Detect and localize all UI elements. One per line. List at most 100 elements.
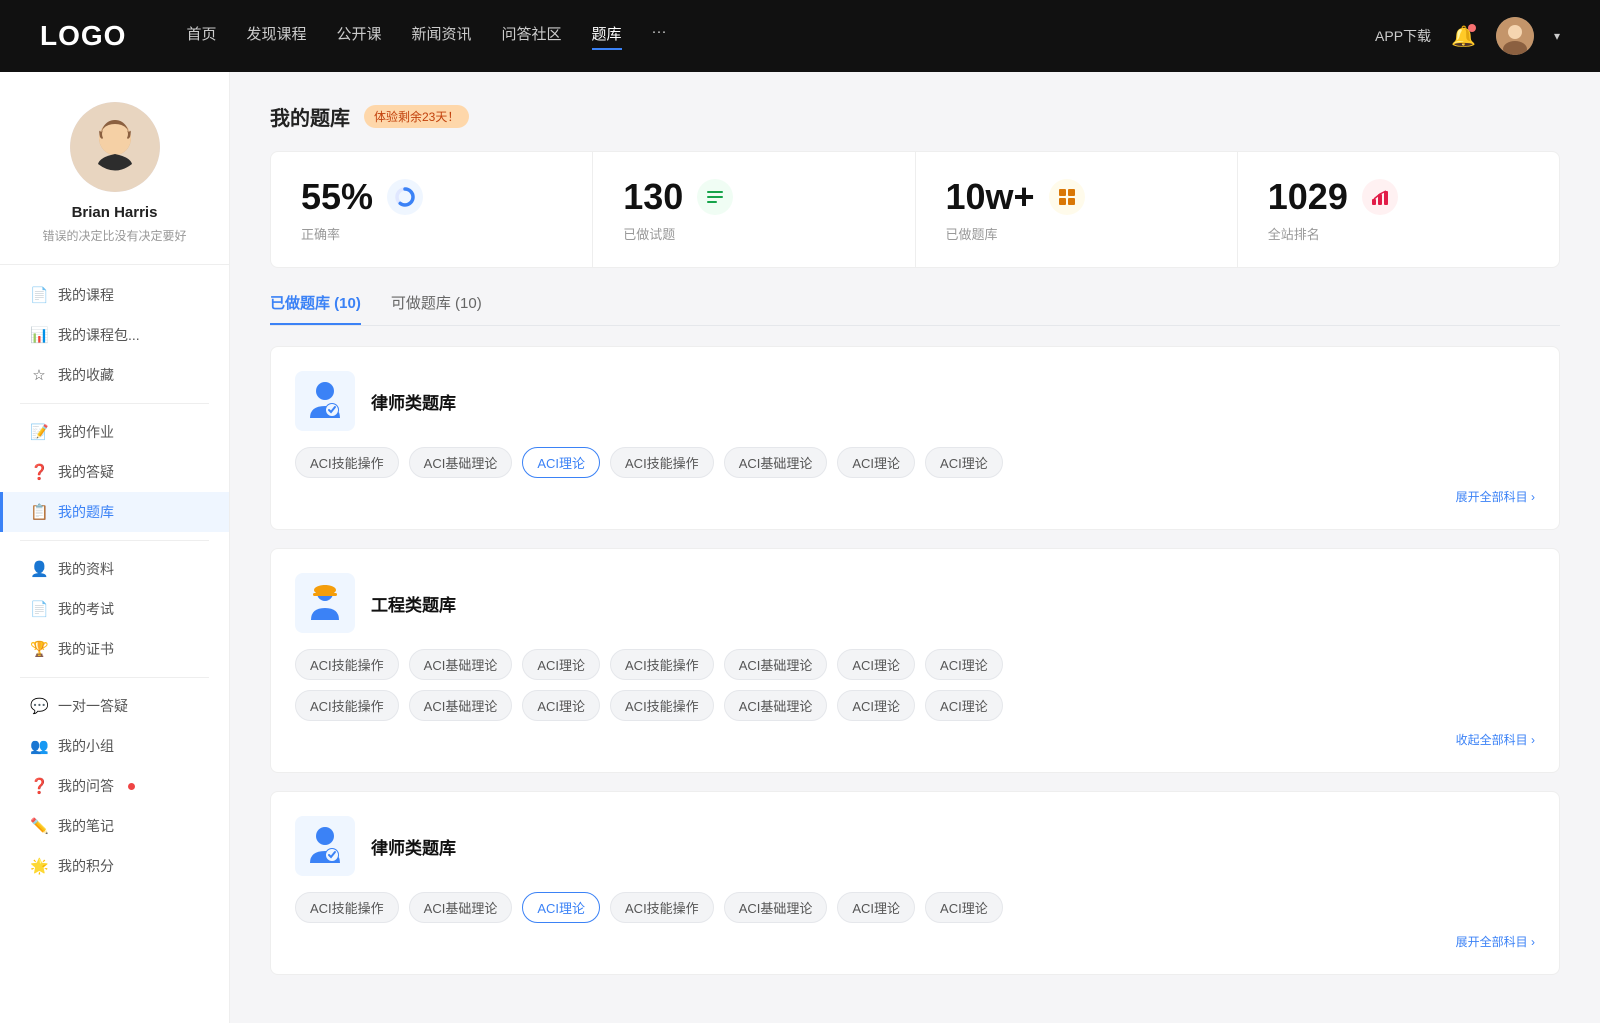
tag-2-r2-1[interactable]: ACI基础理论 <box>409 690 513 721</box>
questions-dot <box>128 783 135 790</box>
tag-2-r1-2[interactable]: ACI理论 <box>522 649 600 680</box>
notification-bell[interactable]: 🔔 <box>1451 24 1476 49</box>
tag-2-r1-6[interactable]: ACI理论 <box>925 649 1003 680</box>
sidebar-item-homework[interactable]: 📝 我的作业 <box>0 412 229 452</box>
nav-bank[interactable]: 题库 <box>592 23 622 50</box>
tag-3-5[interactable]: ACI理论 <box>837 892 915 923</box>
stat-questions-label: 已做试题 <box>623 224 884 243</box>
sidebar-item-points[interactable]: 🌟 我的积分 <box>0 846 229 886</box>
favorites-icon: ☆ <box>30 366 48 384</box>
stat-ranking: 1029 全站排名 <box>1238 152 1559 267</box>
bank-card-3-expand[interactable]: 展开全部科目 › <box>295 933 1535 950</box>
tag-1-6[interactable]: ACI理论 <box>925 447 1003 478</box>
nav-qa[interactable]: 问答社区 <box>502 23 562 50</box>
stat-banks: 10w+ 已做题库 <box>916 152 1238 267</box>
stats-row: 55% 正确率 130 <box>270 151 1560 268</box>
bank-card-1-icon <box>295 371 355 431</box>
sidebar-item-certificate[interactable]: 🏆 我的证书 <box>0 629 229 669</box>
tag-2-r2-5[interactable]: ACI理论 <box>837 690 915 721</box>
tag-3-2[interactable]: ACI理论 <box>522 892 600 923</box>
bank-card-3-title: 律师类题库 <box>371 834 456 859</box>
tag-1-4[interactable]: ACI基础理论 <box>724 447 828 478</box>
homework-icon: 📝 <box>30 423 48 441</box>
stat-ranking-top: 1029 <box>1268 176 1529 218</box>
nav-news[interactable]: 新闻资讯 <box>412 23 472 50</box>
tag-2-r2-4[interactable]: ACI基础理论 <box>724 690 828 721</box>
tag-3-1[interactable]: ACI基础理论 <box>409 892 513 923</box>
nav-more[interactable]: ··· <box>652 23 667 50</box>
sidebar-item-tutor[interactable]: 💬 一对一答疑 <box>0 686 229 726</box>
bank-card-2-tags-row1: ACI技能操作 ACI基础理论 ACI理论 ACI技能操作 ACI基础理论 AC… <box>295 649 1535 680</box>
tag-2-r1-5[interactable]: ACI理论 <box>837 649 915 680</box>
stat-banks-top: 10w+ <box>946 176 1207 218</box>
bank-card-1-expand[interactable]: 展开全部科目 › <box>295 488 1535 505</box>
avatar-image <box>1496 17 1534 55</box>
sidebar-item-course-packages[interactable]: 📊 我的课程包... <box>0 315 229 355</box>
app-download[interactable]: APP下载 <box>1375 26 1431 46</box>
tag-3-6[interactable]: ACI理论 <box>925 892 1003 923</box>
nav-open-course[interactable]: 公开课 <box>336 23 381 50</box>
exam-icon: 📄 <box>30 600 48 618</box>
tag-2-r2-0[interactable]: ACI技能操作 <box>295 690 399 721</box>
sidebar-item-questions[interactable]: ❓ 我的问答 <box>0 766 229 806</box>
tag-2-r1-4[interactable]: ACI基础理论 <box>724 649 828 680</box>
tag-2-r1-1[interactable]: ACI基础理论 <box>409 649 513 680</box>
sidebar-item-bank[interactable]: 📋 我的题库 <box>0 492 229 532</box>
sidebar-item-group[interactable]: 👥 我的小组 <box>0 726 229 766</box>
favorites-label: 我的收藏 <box>58 365 114 385</box>
cert-icon: 🏆 <box>30 640 48 658</box>
tab-available[interactable]: 可做题库 (10) <box>391 292 482 325</box>
packages-label: 我的课程包... <box>58 325 140 345</box>
courses-label: 我的课程 <box>58 285 114 305</box>
lawyer-icon-2 <box>302 823 348 869</box>
sidebar-separator-3 <box>20 677 209 678</box>
group-icon: 👥 <box>30 737 48 755</box>
grid-icon <box>1057 187 1077 207</box>
tag-2-r2-6[interactable]: ACI理论 <box>925 690 1003 721</box>
stat-banks-value: 10w+ <box>946 176 1035 218</box>
sidebar-avatar <box>70 102 160 192</box>
navbar-right: APP下载 🔔 ▾ <box>1375 17 1560 55</box>
user-avatar[interactable] <box>1496 17 1534 55</box>
avatar-svg <box>1496 17 1534 55</box>
sidebar-separator-1 <box>20 403 209 404</box>
tag-3-0[interactable]: ACI技能操作 <box>295 892 399 923</box>
main-content: 我的题库 体验剩余23天！ 55% 正确率 <box>230 72 1600 1023</box>
sidebar-item-notes[interactable]: ✏️ 我的笔记 <box>0 806 229 846</box>
nav-discover[interactable]: 发现课程 <box>246 23 306 50</box>
trial-badge: 体验剩余23天！ <box>364 105 469 128</box>
user-menu-chevron[interactable]: ▾ <box>1554 29 1560 43</box>
sidebar-item-my-courses[interactable]: 📄 我的课程 <box>0 275 229 315</box>
tag-1-3[interactable]: ACI技能操作 <box>610 447 714 478</box>
tag-3-3[interactable]: ACI技能操作 <box>610 892 714 923</box>
bank-card-lawyer-2: 律师类题库 ACI技能操作 ACI基础理论 ACI理论 ACI技能操作 ACI基… <box>270 791 1560 975</box>
bank-card-2-tags-row2: ACI技能操作 ACI基础理论 ACI理论 ACI技能操作 ACI基础理论 AC… <box>295 690 1535 721</box>
tag-1-1[interactable]: ACI基础理论 <box>409 447 513 478</box>
bank-card-2-header: 工程类题库 <box>295 573 1535 633</box>
tag-2-r2-2[interactable]: ACI理论 <box>522 690 600 721</box>
tag-2-r1-0[interactable]: ACI技能操作 <box>295 649 399 680</box>
sidebar: Brian Harris 错误的决定比没有决定要好 📄 我的课程 📊 我的课程包… <box>0 72 230 1023</box>
tag-1-5[interactable]: ACI理论 <box>837 447 915 478</box>
tag-2-r1-3[interactable]: ACI技能操作 <box>610 649 714 680</box>
bank-card-2-collapse[interactable]: 收起全部科目 › <box>295 731 1535 748</box>
nav-home[interactable]: 首页 <box>186 23 216 50</box>
donut-chart-icon <box>394 186 416 208</box>
tag-1-0[interactable]: ACI技能操作 <box>295 447 399 478</box>
tutor-label: 一对一答疑 <box>58 696 128 716</box>
sidebar-item-exam[interactable]: 📄 我的考试 <box>0 589 229 629</box>
stat-banks-label: 已做题库 <box>946 224 1207 243</box>
notes-label: 我的笔记 <box>58 816 114 836</box>
nav-links: 首页 发现课程 公开课 新闻资讯 问答社区 题库 ··· <box>186 23 1375 50</box>
tutor-icon: 💬 <box>30 697 48 715</box>
sidebar-item-qa[interactable]: ❓ 我的答疑 <box>0 452 229 492</box>
stat-questions: 130 已做试题 <box>593 152 915 267</box>
sidebar-item-profile[interactable]: 👤 我的资料 <box>0 549 229 589</box>
tag-1-2[interactable]: ACI理论 <box>522 447 600 478</box>
bank-card-lawyer-1: 律师类题库 ACI技能操作 ACI基础理论 ACI理论 ACI技能操作 ACI基… <box>270 346 1560 530</box>
stat-accuracy-label: 正确率 <box>301 224 562 243</box>
sidebar-item-favorites[interactable]: ☆ 我的收藏 <box>0 355 229 395</box>
tab-done[interactable]: 已做题库 (10) <box>270 292 361 325</box>
tag-3-4[interactable]: ACI基础理论 <box>724 892 828 923</box>
tag-2-r2-3[interactable]: ACI技能操作 <box>610 690 714 721</box>
